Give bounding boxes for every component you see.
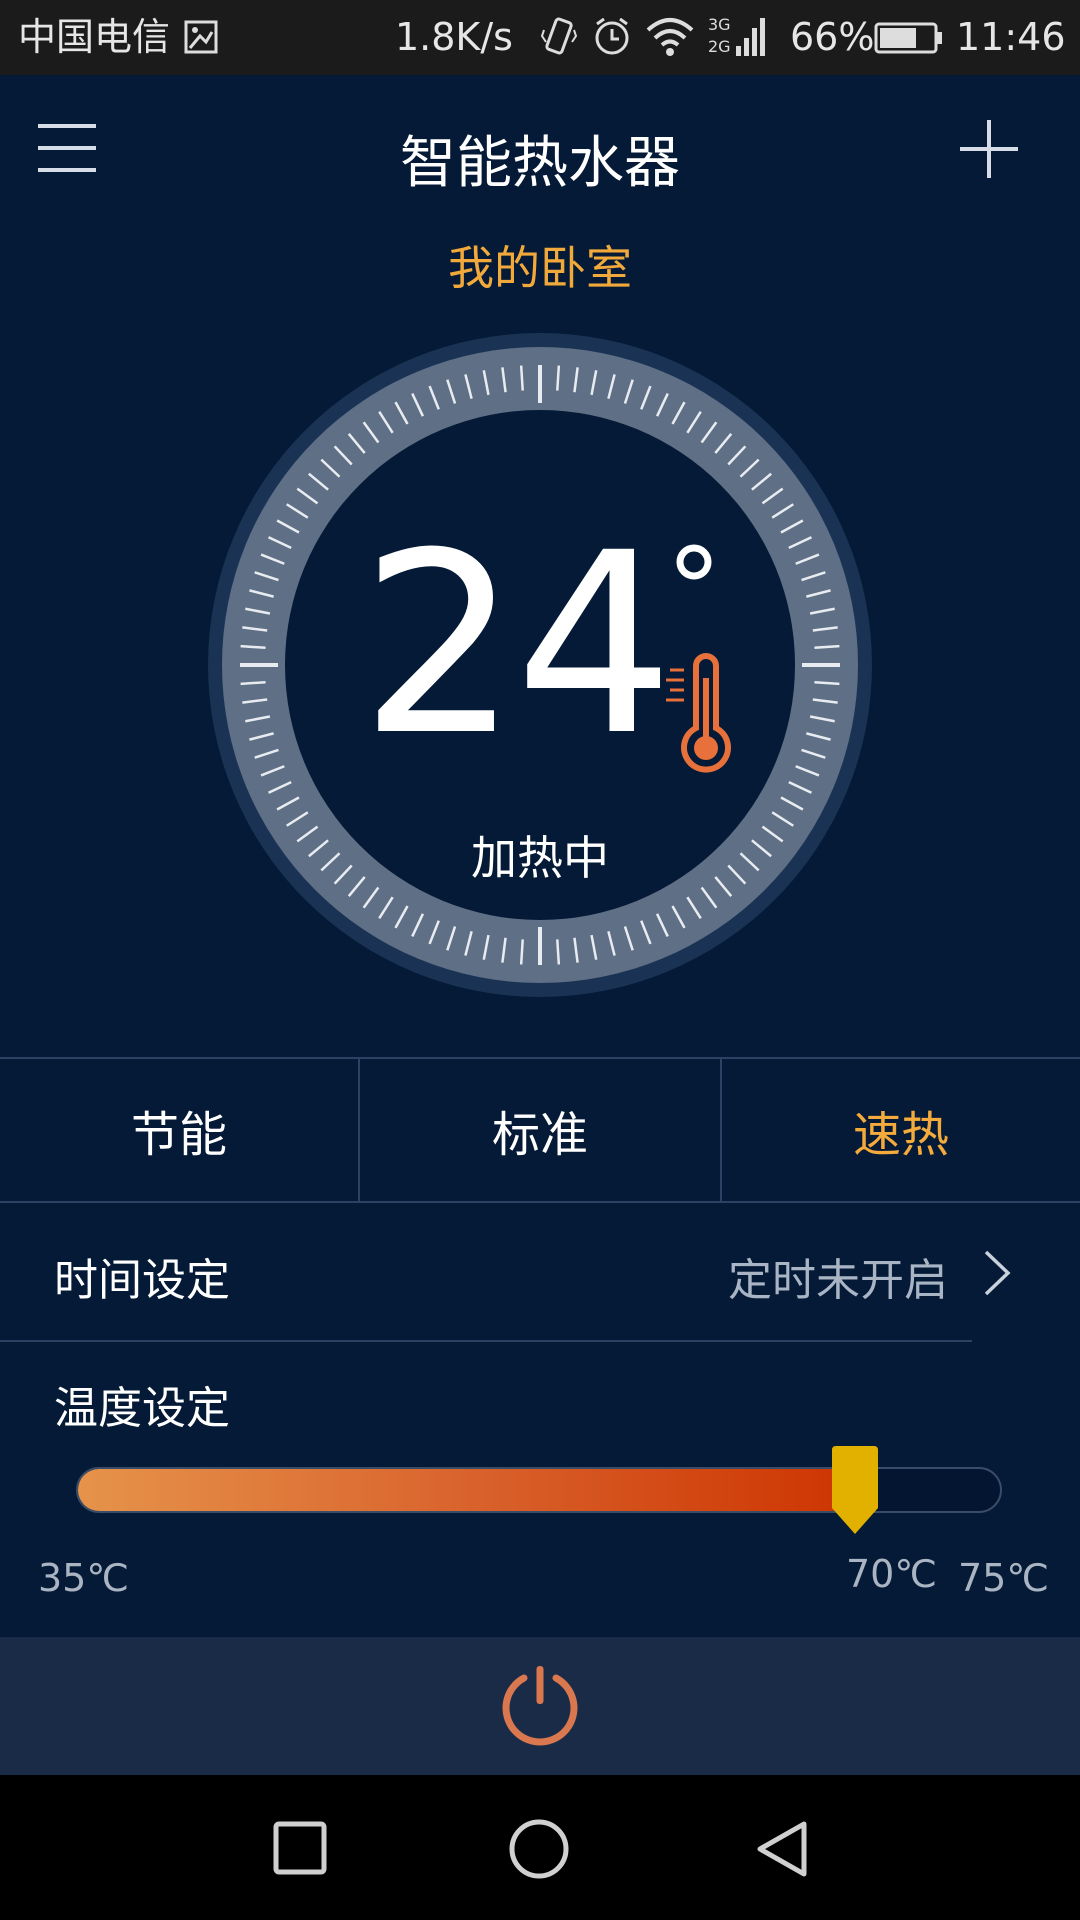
divider xyxy=(0,1340,972,1342)
dial-tick xyxy=(814,644,840,649)
svg-text:3G: 3G xyxy=(708,15,731,34)
thermometer-icon xyxy=(666,653,731,773)
recent-apps-icon[interactable] xyxy=(272,1820,328,1876)
cellular-signal-icon: 3G 2G xyxy=(708,15,765,56)
mode-selector: 节能 标准 速热 xyxy=(0,1057,1080,1203)
home-icon[interactable] xyxy=(508,1818,570,1880)
plus-icon[interactable] xyxy=(958,118,1020,180)
wifi-icon xyxy=(646,18,694,56)
max-temperature-label: 75℃ xyxy=(958,1556,1050,1600)
battery-percent: 66% xyxy=(790,15,875,59)
dial-tick xyxy=(240,681,266,686)
time-setting-label: 时间设定 xyxy=(54,1255,230,1306)
status-bar: 中国电信 1.8K/s 3G 2G 66% 11:46 xyxy=(0,0,1080,75)
temperature-slider-handle[interactable] xyxy=(830,1446,880,1534)
vibrate-icon xyxy=(540,17,578,55)
net-speed: 1.8K/s xyxy=(395,15,513,59)
image-notification-icon xyxy=(184,20,218,54)
dial-tick xyxy=(519,939,524,965)
mode-eco-button[interactable]: 节能 xyxy=(0,1059,358,1201)
time-setting-status: 定时未开启 xyxy=(728,1255,948,1306)
clock: 11:46 xyxy=(956,15,1066,59)
current-temperature: 24 xyxy=(359,499,674,790)
back-icon[interactable] xyxy=(752,1818,812,1880)
dial-tick xyxy=(556,365,561,391)
alarm-icon xyxy=(595,17,629,55)
room-name[interactable]: 我的卧室 xyxy=(0,232,1080,298)
temperature-slider-fill xyxy=(78,1469,865,1511)
current-set-temperature-label: 70℃ xyxy=(846,1552,938,1596)
chevron-right-icon[interactable] xyxy=(982,1248,1012,1298)
battery-icon xyxy=(874,22,942,54)
min-temperature-label: 35℃ xyxy=(38,1556,130,1600)
mode-quick-heat-button[interactable]: 速热 xyxy=(720,1059,1080,1201)
heating-status: 加热中 xyxy=(471,831,609,885)
carrier-name: 中国电信 xyxy=(18,15,171,59)
power-icon[interactable] xyxy=(496,1664,584,1752)
dial-tick xyxy=(240,644,266,649)
dial-tick xyxy=(814,681,840,686)
degree-symbol-icon xyxy=(676,544,712,580)
dial-tick xyxy=(519,365,524,391)
dial-tick xyxy=(556,939,561,965)
mode-standard-button[interactable]: 标准 xyxy=(358,1059,720,1201)
svg-text:2G: 2G xyxy=(708,37,731,56)
temperature-setting-label: 温度设定 xyxy=(54,1383,230,1434)
page-title: 智能热水器 xyxy=(400,131,680,196)
